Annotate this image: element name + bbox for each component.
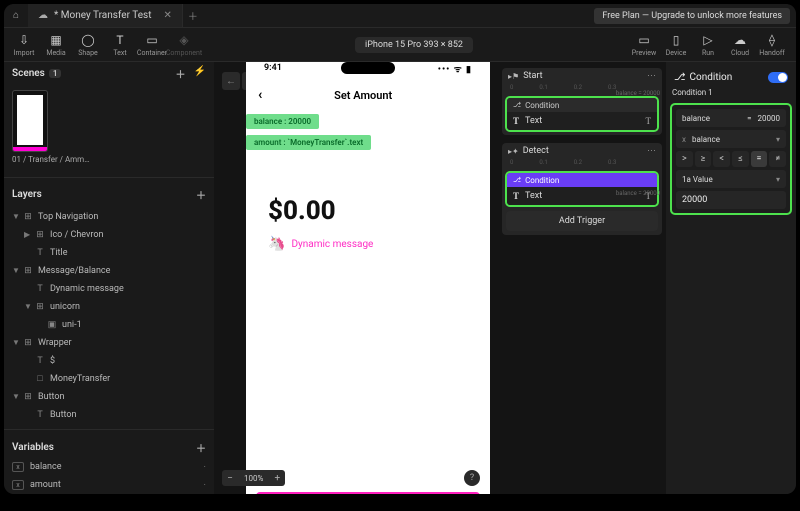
amount-display: $0.00: [268, 196, 336, 226]
action-run[interactable]: ▷Run: [692, 33, 724, 57]
phone-notch: [341, 62, 395, 74]
condition-toggle[interactable]: [768, 72, 788, 83]
node-note: balance = 20000: [616, 190, 660, 197]
layers-title: Layers: [12, 189, 42, 200]
flow-node-start[interactable]: ▸⚑Start⋯ 00.10.20.3 balance = 20000 ⎇Con…: [502, 68, 662, 135]
condition-summary: balance = 20000: [676, 109, 786, 127]
debug-chip-balance: balance : 20000: [246, 114, 319, 129]
layer-row[interactable]: ▼⊞Button: [4, 388, 214, 406]
file-tab[interactable]: ☁ * Money Transfer Test ✕: [28, 4, 183, 27]
tool-component: ◈Component: [168, 33, 200, 57]
layer-row[interactable]: ▼⊞Wrapper: [4, 334, 214, 352]
add-variable-icon[interactable]: ＋: [196, 440, 206, 455]
branch-icon: ⎇: [674, 72, 686, 83]
inspector-title: Condition: [690, 72, 733, 83]
tab-title: * Money Transfer Test: [54, 10, 151, 21]
add-trigger-button[interactable]: Add Trigger: [506, 211, 658, 231]
status-time: 9:41: [264, 63, 282, 73]
tool-container[interactable]: ▭Container: [136, 33, 168, 57]
tool-import[interactable]: ⇩Import: [8, 33, 40, 57]
canvas-back-button[interactable]: ←: [222, 72, 240, 90]
tool-shape[interactable]: ◯Shape: [72, 33, 104, 57]
scene-flash-icon[interactable]: ⚡: [194, 66, 206, 81]
condition-block[interactable]: ⎇Condition TTextT: [505, 96, 659, 132]
screen-title: Set Amount: [248, 89, 478, 102]
text-type-icon: T: [513, 116, 519, 126]
node-note: balance = 20000: [616, 90, 660, 97]
operator-button[interactable]: =: [751, 151, 768, 167]
flow-node-detect[interactable]: ▸✦Detect⋯ 00.10.20.3 balance = 20000 ⎇Co…: [502, 143, 662, 235]
condition-number: Condition 1: [670, 86, 792, 99]
layer-row[interactable]: TDynamic message: [4, 280, 214, 298]
condition-block-selected[interactable]: ⎇Condition TTextT: [505, 171, 659, 207]
layer-row[interactable]: ▼⊞unicorn: [4, 298, 214, 316]
layer-row[interactable]: TButton: [4, 406, 214, 424]
dynamic-message: Dynamic message: [291, 239, 373, 250]
operator-button[interactable]: ≤: [732, 151, 749, 167]
zoom-value: 100%: [238, 470, 269, 486]
operator-button[interactable]: ≠: [769, 151, 786, 167]
action-handoff[interactable]: ⟠Handoff: [756, 33, 788, 57]
layer-row[interactable]: T$: [4, 352, 214, 370]
scenes-title: Scenes: [12, 68, 45, 79]
text-type-icon: T: [513, 191, 519, 201]
help-button[interactable]: ?: [464, 470, 480, 486]
branch-icon: ⎇: [513, 176, 521, 184]
close-tab-icon[interactable]: ✕: [163, 10, 171, 21]
operator-button[interactable]: >: [676, 151, 693, 167]
text-glyph-icon: T: [646, 116, 652, 126]
chevron-down-icon: ▾: [776, 135, 780, 144]
condition-editor: balance = 20000 x balance ▾ >≥<≤=≠ 1a Va…: [670, 103, 792, 215]
zoom-in-button[interactable]: +: [269, 470, 285, 486]
unicorn-icon: 🦄: [268, 236, 285, 252]
variable-row[interactable]: xbalance·: [4, 458, 214, 476]
debug-chip-amount: amount : `MoneyTransfer`.text: [246, 135, 371, 150]
scene-label: 01 / Transfer / Amm…: [12, 156, 206, 165]
action-preview[interactable]: ▭Preview: [628, 33, 660, 57]
detect-icon: ▸✦: [508, 147, 519, 156]
add-scene-icon[interactable]: ＋: [176, 66, 186, 81]
layer-row[interactable]: ▼⊞Message/Balance: [4, 262, 214, 280]
continue-button[interactable]: Continue: [256, 492, 480, 494]
node-title: Detect: [523, 146, 549, 156]
add-layer-icon[interactable]: ＋: [196, 187, 206, 202]
cloud-icon: ☁: [38, 10, 48, 21]
scenes-count: 1: [49, 69, 62, 78]
status-icons: ••• ᯤ ▮: [438, 62, 472, 75]
new-tab-button[interactable]: ＋: [183, 8, 203, 23]
tool-text[interactable]: TText: [104, 33, 136, 57]
layer-row[interactable]: ▼⊞Top Navigation: [4, 208, 214, 226]
upgrade-banner[interactable]: Free Plan — Upgrade to unlock more featu…: [594, 8, 790, 24]
branch-icon: ⎇: [513, 101, 521, 109]
tool-media[interactable]: ▦Media: [40, 33, 72, 57]
node-menu-icon[interactable]: ⋯: [647, 71, 656, 81]
action-cloud[interactable]: ☁Cloud: [724, 33, 756, 57]
home-icon[interactable]: ⌂: [4, 10, 28, 21]
scene-thumbnail[interactable]: [12, 90, 48, 152]
operator-button[interactable]: <: [713, 151, 730, 167]
chevron-down-icon: ▾: [776, 175, 780, 184]
phone-preview: 9:41••• ᯤ ▮ ‹ Set Amount balance : 20000…: [246, 62, 490, 494]
node-menu-icon[interactable]: ⋯: [647, 146, 656, 156]
operator-button[interactable]: ≥: [695, 151, 712, 167]
var-source-icon: x: [682, 135, 686, 144]
zoom-out-button[interactable]: −: [222, 470, 238, 486]
action-device[interactable]: ▯Device: [660, 33, 692, 57]
value-input[interactable]: 20000: [676, 191, 786, 209]
variable-selector[interactable]: x balance ▾: [676, 130, 786, 148]
layer-row[interactable]: ▣uni-1: [4, 316, 214, 334]
layer-row[interactable]: TTitle: [4, 244, 214, 262]
variable-row[interactable]: xamount·: [4, 476, 214, 494]
device-selector[interactable]: iPhone 15 Pro 393 × 852: [355, 37, 473, 53]
layer-row[interactable]: □MoneyTransfer: [4, 370, 214, 388]
variables-title: Variables: [12, 442, 54, 453]
value-type-selector[interactable]: 1a Value▾: [676, 170, 786, 188]
layer-row[interactable]: ▶⊞Ico / Chevron: [4, 226, 214, 244]
flag-icon: ▸⚑: [508, 72, 519, 81]
node-title: Start: [523, 71, 542, 81]
